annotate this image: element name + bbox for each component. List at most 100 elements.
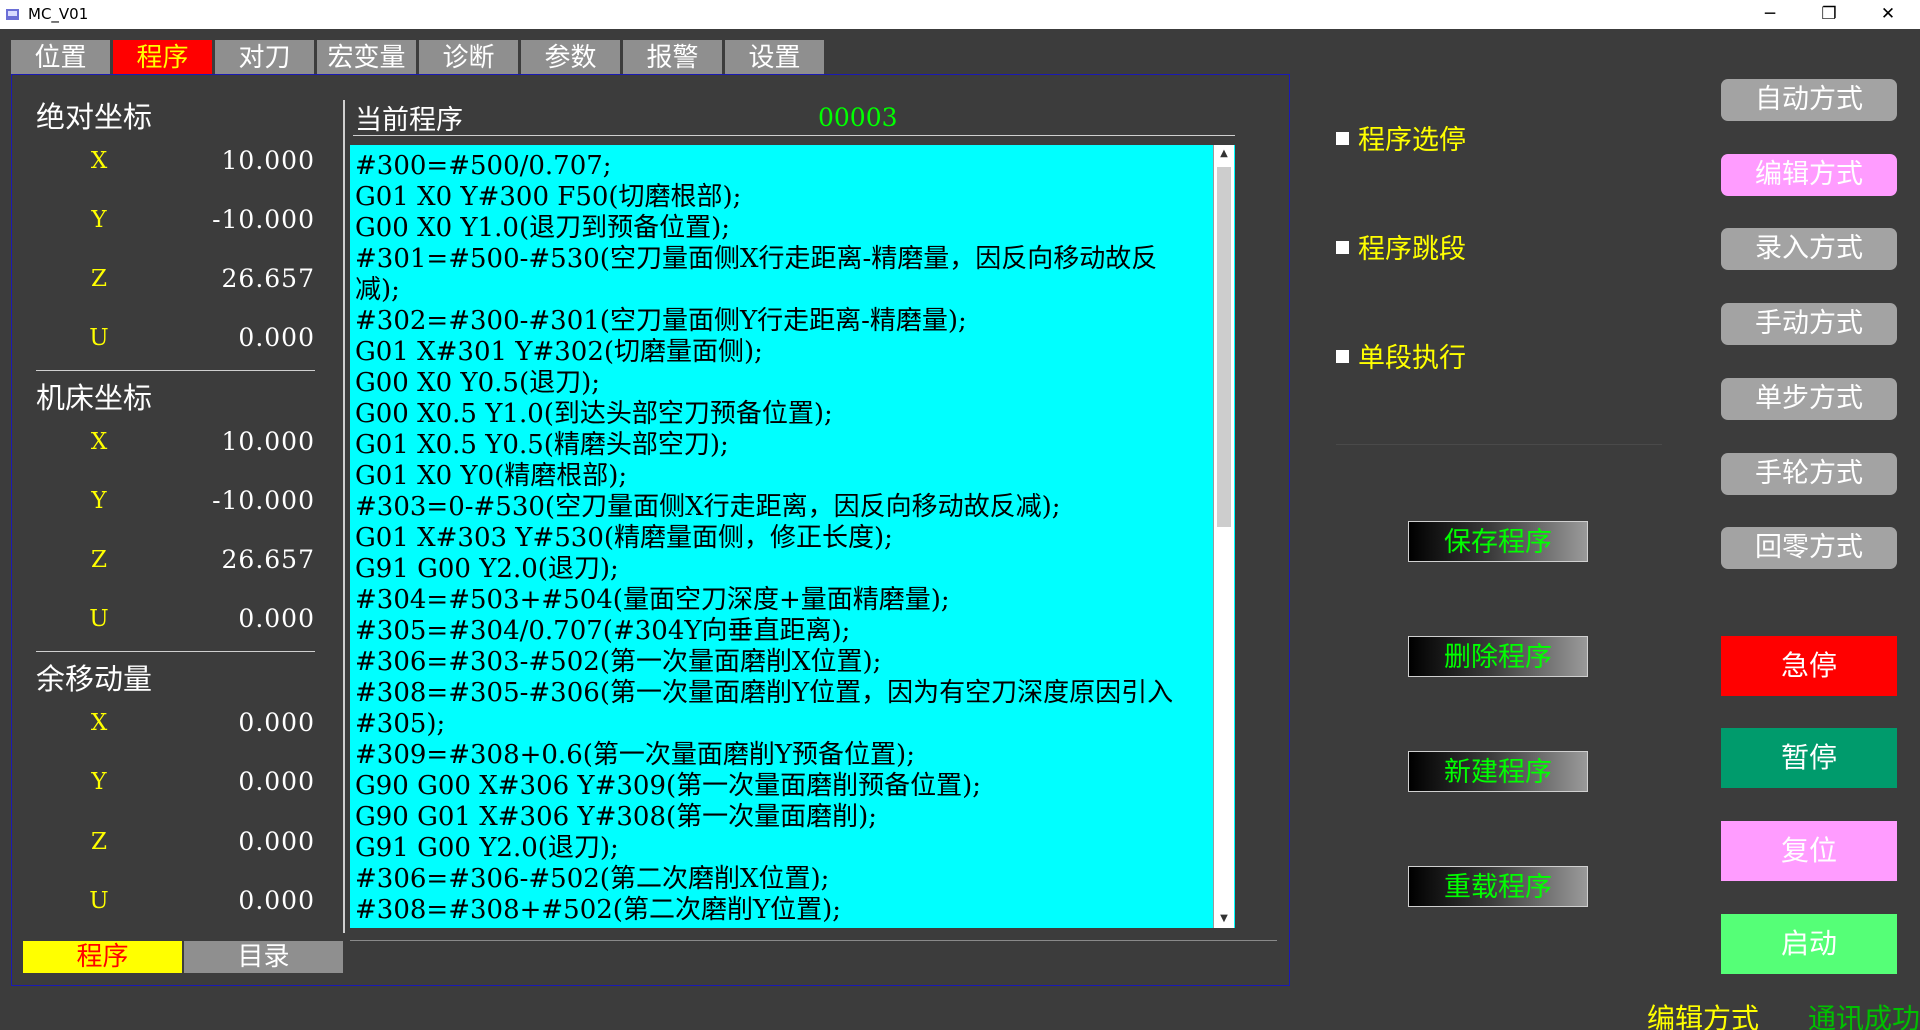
save-program-button[interactable]: 保存程序 xyxy=(1408,521,1588,562)
program-line[interactable]: G01 X0 Y0(精磨根部); xyxy=(355,461,1217,492)
program-line[interactable]: G01 X#301 Y#302(切磨量面侧); xyxy=(355,337,1217,368)
tab-program[interactable]: 程序 xyxy=(113,40,212,74)
status-mode: 编辑方式 xyxy=(1647,1002,1760,1030)
new-program-button[interactable]: 新建程序 xyxy=(1408,751,1588,792)
program-line[interactable]: #304=#503+#504(量面空刀深度+量面精磨量); xyxy=(355,585,1217,616)
option-single-block[interactable]: 单段执行 xyxy=(1336,336,1466,375)
coord-value: 0.000 xyxy=(238,708,315,737)
emergency-stop-button[interactable]: 急停 xyxy=(1721,636,1897,696)
axis-label: Y xyxy=(91,769,107,795)
program-line[interactable]: #301=#500-#530(空刀量面侧X行走距离-精磨量，因反向移动故反 xyxy=(355,244,1217,275)
axis-label: U xyxy=(89,606,109,632)
program-line[interactable]: #308=#305-#306(第一次量面磨削Y位置，因为有空刀深度原因引入 xyxy=(355,678,1217,709)
axis-label: X xyxy=(90,148,108,174)
tab-position[interactable]: 位置 xyxy=(11,40,110,74)
option-label: 程序选停 xyxy=(1358,125,1466,156)
scroll-down-icon[interactable]: ▼ xyxy=(1214,910,1234,928)
reload-program-button[interactable]: 重载程序 xyxy=(1408,866,1588,907)
axis-label: Z xyxy=(91,829,107,855)
coord-value: -10.000 xyxy=(212,486,315,515)
auto-mode-button[interactable]: 自动方式 xyxy=(1721,79,1897,121)
program-editor[interactable]: #300=#500/0.707; G01 X0 Y#300 F50(切磨根部); G… xyxy=(350,145,1235,928)
coord-value: -10.000 xyxy=(212,205,315,234)
status-communication: 通讯成功 xyxy=(1808,1002,1920,1030)
program-line[interactable]: #302=#300-#301(空刀量面侧Y行走距离-精磨量); xyxy=(355,306,1217,337)
app-icon xyxy=(6,9,19,20)
coord-value: 0.000 xyxy=(238,323,315,352)
tab-alarms[interactable]: 报警 xyxy=(623,40,722,74)
program-line[interactable]: #306=#303-#502(第一次量面磨削X位置); xyxy=(355,647,1217,678)
tab-program-bottom[interactable]: 程序 xyxy=(23,941,182,973)
program-line[interactable]: G01 X0 Y#300 F50(切磨根部); xyxy=(355,182,1217,213)
delete-program-button[interactable]: 删除程序 xyxy=(1408,636,1588,677)
axis-label: X xyxy=(90,429,108,455)
divider xyxy=(1336,444,1662,445)
tab-parameters[interactable]: 参数 xyxy=(521,40,620,74)
coord-value: 26.657 xyxy=(221,264,315,293)
start-button[interactable]: 启动 xyxy=(1721,914,1897,974)
program-line[interactable]: G00 X0 Y1.0(退刀到预备位置); xyxy=(355,213,1217,244)
divider xyxy=(36,651,315,652)
program-line[interactable]: G90 G00 X#306 Y#309(第一次量面磨削预备位置); xyxy=(355,771,1217,802)
editor-scrollbar[interactable]: ▲ ▼ xyxy=(1213,145,1234,928)
minimize-button[interactable]: ─ xyxy=(1741,0,1799,29)
tab-settings[interactable]: 设置 xyxy=(725,40,824,74)
scroll-up-icon[interactable]: ▲ xyxy=(1214,145,1234,163)
program-line[interactable]: G00 X0 Y0.5(退刀); xyxy=(355,368,1217,399)
tab-diagnostics[interactable]: 诊断 xyxy=(419,40,518,74)
coord-value: 0.000 xyxy=(238,604,315,633)
program-line[interactable]: #300=#500/0.707; xyxy=(355,151,1217,182)
option-block-skip[interactable]: 程序跳段 xyxy=(1336,227,1466,266)
program-line[interactable]: G91 G00 Y2.0(退刀); xyxy=(355,554,1217,585)
absolute-coords-title: 绝对坐标 xyxy=(36,100,153,134)
pause-button[interactable]: 暂停 xyxy=(1721,728,1897,788)
mdi-mode-button[interactable]: 录入方式 xyxy=(1721,228,1897,270)
program-text[interactable]: #300=#500/0.707; G01 X0 Y#300 F50(切磨根部); G… xyxy=(355,151,1217,926)
checkbox-icon[interactable] xyxy=(1336,241,1349,254)
program-line[interactable]: #303=0-#530(空刀量面侧X行走距离，因反向移动故反减); xyxy=(355,492,1217,523)
coord-value: 26.657 xyxy=(221,545,315,574)
home-mode-button[interactable]: 回零方式 xyxy=(1721,527,1897,569)
coord-value: 0.000 xyxy=(238,886,315,915)
tab-macro-variables[interactable]: 宏变量 xyxy=(317,40,416,74)
coord-value: 10.000 xyxy=(221,427,315,456)
axis-label: U xyxy=(89,888,109,914)
option-optional-stop[interactable]: 程序选停 xyxy=(1336,118,1466,157)
scroll-thumb[interactable] xyxy=(1217,167,1231,527)
close-button[interactable]: ✕ xyxy=(1859,0,1917,29)
remaining-move-title: 余移动量 xyxy=(36,662,153,696)
tab-tool-setting[interactable]: 对刀 xyxy=(215,40,314,74)
reset-button[interactable]: 复位 xyxy=(1721,821,1897,881)
checkbox-icon[interactable] xyxy=(1336,350,1349,363)
coord-value: 10.000 xyxy=(221,146,315,175)
axis-label: Y xyxy=(91,488,107,514)
handwheel-mode-button[interactable]: 手轮方式 xyxy=(1721,453,1897,495)
program-line[interactable]: G01 X#303 Y#530(精磨量面侧，修正长度); xyxy=(355,523,1217,554)
program-line[interactable]: #305); xyxy=(355,709,1217,740)
window-title: MC_V01 xyxy=(28,5,89,23)
program-number: 00003 xyxy=(818,103,898,132)
divider xyxy=(350,940,1277,941)
manual-mode-button[interactable]: 手动方式 xyxy=(1721,303,1897,345)
axis-label: Z xyxy=(91,266,107,292)
program-line[interactable]: G01 X0.5 Y0.5(精磨头部空刀); xyxy=(355,430,1217,461)
divider xyxy=(343,100,345,933)
axis-label: Z xyxy=(91,547,107,573)
program-line[interactable]: #305=#304/0.707(#304Y向垂直距离); xyxy=(355,616,1217,647)
program-line[interactable]: G90 G01 X#306 Y#308(第一次量面磨削); xyxy=(355,802,1217,833)
option-label: 程序跳段 xyxy=(1358,234,1466,265)
program-line[interactable]: G91 G00 Y2.0(退刀); xyxy=(355,833,1217,864)
axis-label: U xyxy=(89,325,109,351)
edit-mode-button[interactable]: 编辑方式 xyxy=(1721,154,1897,196)
program-line[interactable]: G00 X0.5 Y1.0(到达头部空刀预备位置); xyxy=(355,399,1217,430)
program-line[interactable]: 减); xyxy=(355,275,1217,306)
program-line[interactable]: #306=#306-#502(第二次磨削X位置); xyxy=(355,864,1217,895)
program-line[interactable]: #308=#308+#502(第二次磨削Y位置); xyxy=(355,895,1217,926)
checkbox-icon[interactable] xyxy=(1336,132,1349,145)
restore-button[interactable]: ❐ xyxy=(1800,0,1858,29)
tab-directory[interactable]: 目录 xyxy=(184,941,343,973)
axis-label: X xyxy=(90,710,108,736)
current-program-label: 当前程序 xyxy=(355,105,463,136)
step-mode-button[interactable]: 单步方式 xyxy=(1721,378,1897,420)
program-line[interactable]: #309=#308+0.6(第一次量面磨削Y预备位置); xyxy=(355,740,1217,771)
